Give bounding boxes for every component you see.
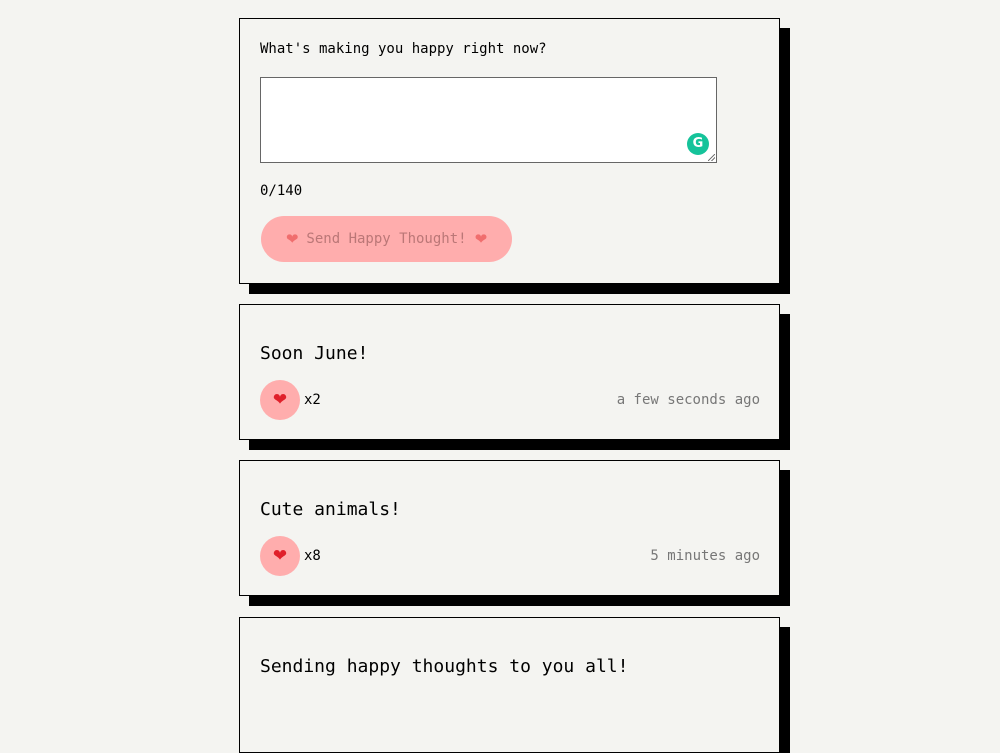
- like-count: x8: [304, 548, 321, 564]
- grammarly-icon[interactable]: G: [687, 133, 709, 155]
- resize-handle[interactable]: [708, 154, 715, 161]
- send-happy-thought-button[interactable]: ❤ Send Happy Thought! ❤: [261, 216, 512, 262]
- like-button[interactable]: ❤: [260, 380, 300, 420]
- thought-card: Cute animals! ❤ x8 5 minutes ago: [239, 460, 780, 596]
- heart-icon: ❤: [285, 230, 299, 248]
- thought-timestamp: a few seconds ago: [616, 392, 760, 408]
- form-prompt: What's making you happy right now?: [260, 41, 547, 57]
- character-counter: 0/140: [260, 183, 303, 199]
- thought-card: Soon June! ❤ x2 a few seconds ago: [239, 304, 780, 440]
- like-count: x2: [304, 392, 321, 408]
- thought-input[interactable]: [261, 78, 716, 162]
- heart-icon: ❤: [272, 546, 288, 566]
- thought-message: Soon June!: [260, 343, 369, 364]
- thought-timestamp: 5 minutes ago: [650, 548, 760, 564]
- thought-textarea-wrapper: G: [260, 77, 717, 163]
- thought-message: Cute animals!: [260, 499, 401, 520]
- heart-icon: ❤: [474, 230, 488, 248]
- new-thought-form: What's making you happy right now? G 0/1…: [239, 18, 780, 284]
- heart-icon: ❤: [272, 390, 288, 410]
- send-button-label: Send Happy Thought!: [306, 231, 467, 247]
- like-button[interactable]: ❤: [260, 536, 300, 576]
- thought-card: Sending happy thoughts to you all!: [239, 617, 780, 753]
